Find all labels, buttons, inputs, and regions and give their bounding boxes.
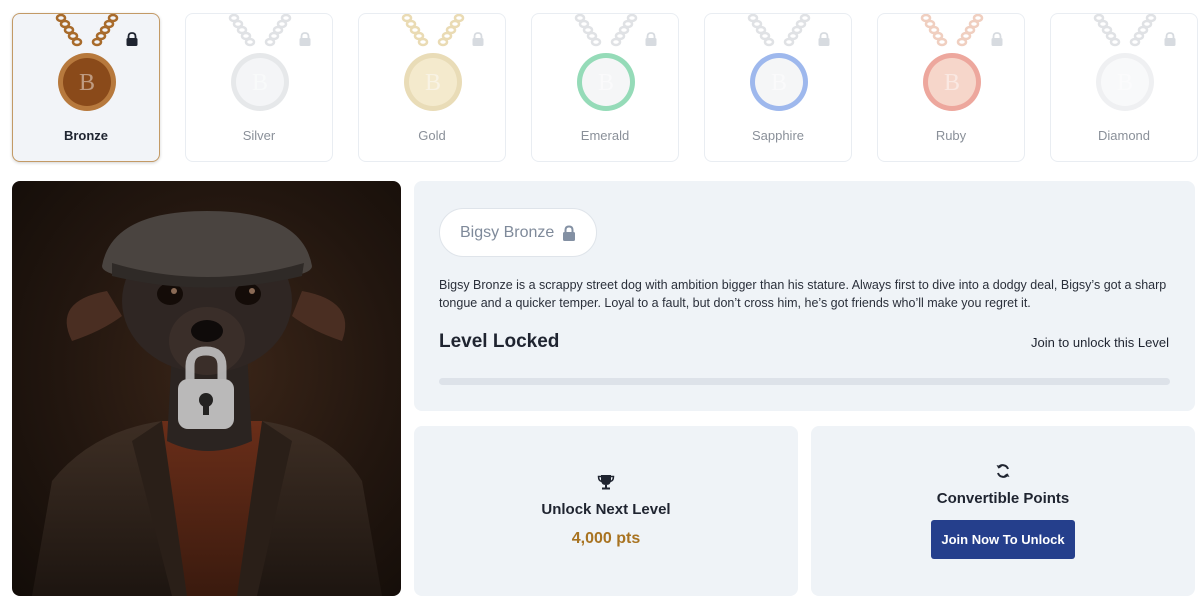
join-now-button[interactable]: Join Now To Unlock <box>931 520 1075 559</box>
unlock-next-level-card: Unlock Next Level 4,000 pts <box>414 426 798 596</box>
tier-name: Emerald <box>580 128 630 143</box>
medal-icon: B <box>574 14 638 111</box>
tier-selector: B Bronze B Silver B Gold B Emerald B Sapphire B Rub… <box>12 13 1198 162</box>
lock-icon <box>563 224 576 241</box>
svg-text:B: B <box>944 70 960 96</box>
character-portrait <box>12 181 401 596</box>
tier-card-sapphire[interactable]: B Sapphire <box>704 13 852 162</box>
tier-card-silver[interactable]: B Silver <box>185 13 333 162</box>
medal-icon: B <box>55 14 119 111</box>
level-status: Level Locked <box>439 331 560 352</box>
tier-card-diamond[interactable]: B Diamond <box>1050 13 1198 162</box>
lock-icon <box>299 32 311 46</box>
unlock-next-level-title: Unlock Next Level <box>541 501 671 518</box>
tier-card-gold[interactable]: B Gold <box>358 13 506 162</box>
character-name-pill: Bigsy Bronze <box>439 208 598 257</box>
svg-text:B: B <box>252 70 268 96</box>
lock-icon <box>991 32 1003 46</box>
points-required: 4,000 pts <box>571 530 641 547</box>
join-unlock-link[interactable]: Join to unlock this Level <box>1031 335 1169 350</box>
svg-text:B: B <box>771 70 787 96</box>
svg-text:B: B <box>598 70 614 96</box>
lock-icon <box>1164 32 1176 46</box>
tier-card-ruby[interactable]: B Ruby <box>877 13 1025 162</box>
medal-icon: B <box>401 14 465 111</box>
character-name: Bigsy Bronze <box>460 223 555 241</box>
medal-icon: B <box>228 14 292 111</box>
convertible-points-card: Convertible Points Join Now To Unlock <box>811 426 1195 596</box>
dog-illustration <box>32 211 382 596</box>
medal-icon: B <box>747 14 811 111</box>
trophy-icon <box>414 474 798 490</box>
character-description: Bigsy Bronze is a scrappy street dog wit… <box>439 278 1167 310</box>
tier-name: Diamond <box>1097 128 1151 143</box>
tier-name: Sapphire <box>751 128 805 143</box>
level-progress-bar <box>439 378 1170 385</box>
lock-icon <box>645 32 657 46</box>
tier-card-bronze[interactable]: B Bronze <box>12 13 160 162</box>
tier-card-emerald[interactable]: B Emerald <box>531 13 679 162</box>
level-info-panel: Bigsy Bronze Bigsy Bronze is a scrappy s… <box>414 181 1195 411</box>
lock-icon <box>472 32 484 46</box>
refresh-icon <box>811 463 1195 479</box>
lock-icon <box>818 32 830 46</box>
convertible-points-title: Convertible Points <box>936 490 1070 507</box>
medal-icon: B <box>1093 14 1157 111</box>
tier-name: Silver <box>242 128 276 143</box>
lock-icon <box>126 32 138 46</box>
tier-name: Ruby <box>935 128 967 143</box>
svg-text:B: B <box>1117 70 1133 96</box>
tier-name: Bronze <box>63 128 109 143</box>
svg-text:B: B <box>79 70 95 96</box>
medal-icon: B <box>920 14 984 111</box>
tier-name: Gold <box>418 128 446 143</box>
svg-text:B: B <box>425 70 441 96</box>
